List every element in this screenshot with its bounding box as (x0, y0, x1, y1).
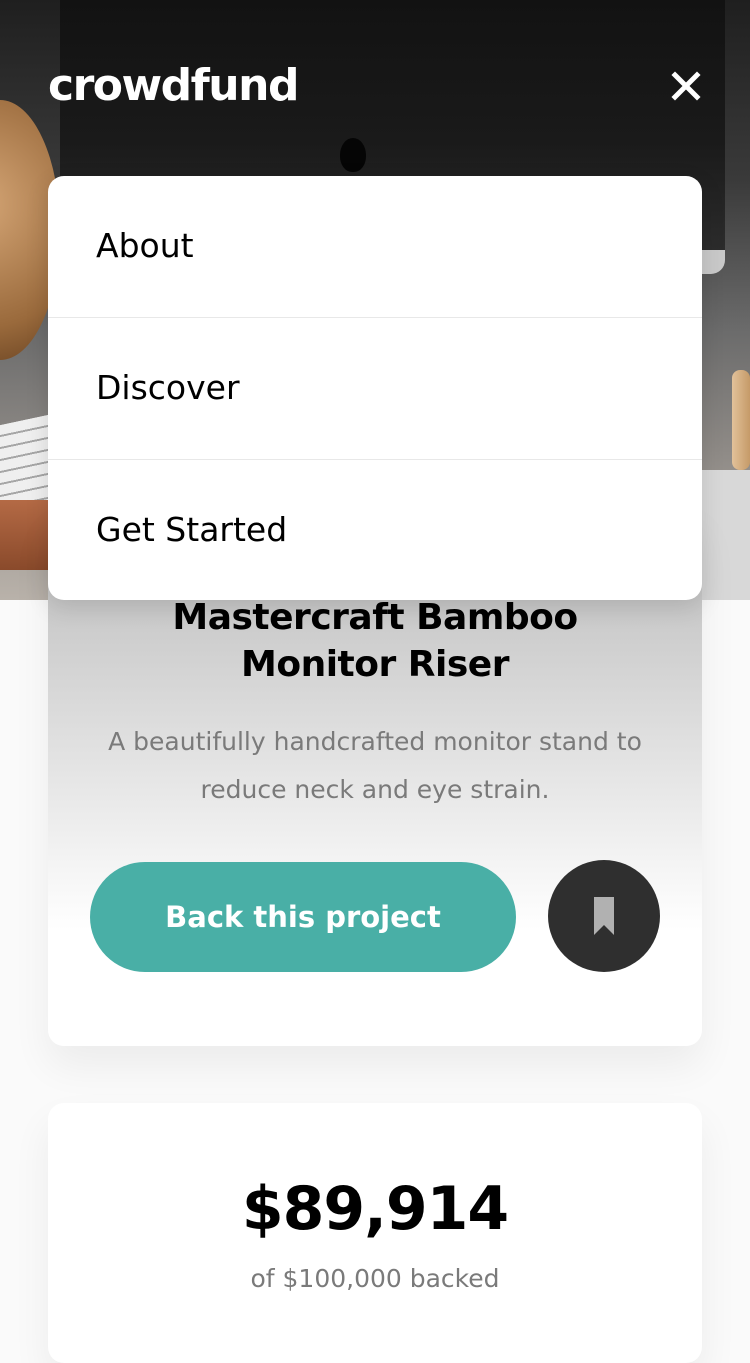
hero-wood-post (732, 370, 750, 470)
hero-wood-desk (0, 500, 48, 570)
site-header: crowdfund (0, 0, 750, 176)
menu-item-label: Discover (96, 368, 240, 407)
project-title: Mastercraft Bamboo Monitor Riser (48, 594, 702, 688)
project-title-line1: Mastercraft Bamboo (172, 597, 578, 638)
menu-item-get-started[interactable]: Get Started (48, 460, 702, 600)
menu-item-label: Get Started (96, 510, 288, 549)
menu-item-label: About (96, 226, 194, 265)
logo[interactable]: crowdfund (48, 58, 299, 114)
back-project-button[interactable]: Back this project (90, 862, 516, 972)
project-description: A beautifully handcrafted monitor stand … (108, 727, 642, 804)
menu-item-discover[interactable]: Discover (48, 318, 702, 460)
bookmark-button[interactable] (548, 860, 660, 972)
menu-item-about[interactable]: About (48, 176, 702, 318)
goal-text: of $100,000 backed (250, 1264, 500, 1293)
amount-backed: $89,914 (241, 1174, 509, 1244)
close-icon (671, 71, 701, 101)
bookmark-icon (594, 897, 614, 935)
nav-menu: About Discover Get Started (48, 176, 702, 600)
close-menu-button[interactable] (662, 62, 710, 110)
hero-desk-right (702, 470, 750, 600)
project-title-line2: Monitor Riser (241, 644, 509, 685)
stats-card: $89,914 of $100,000 backed (48, 1103, 702, 1363)
